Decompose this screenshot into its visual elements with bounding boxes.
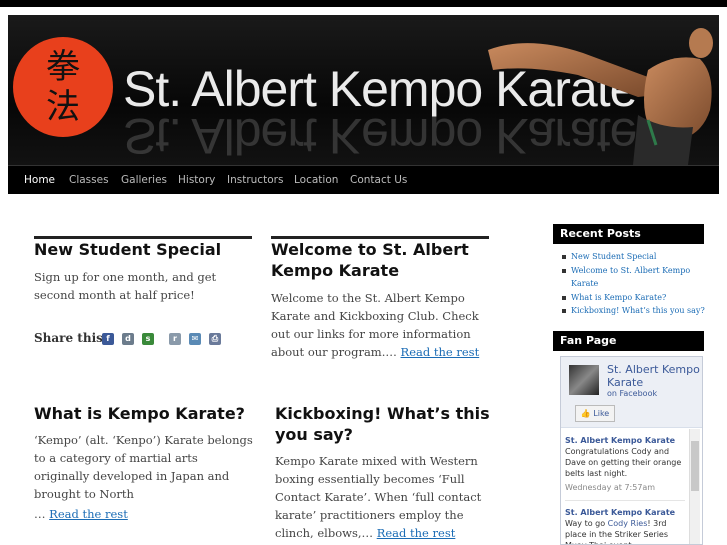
recent-post-link[interactable]: What is Kempo Karate? xyxy=(560,291,705,305)
fb-post-text: Way to go Cody Ries! 3rd place in the St… xyxy=(565,518,685,544)
logo-glyph-bottom: 法 xyxy=(46,87,80,127)
stumbleupon-icon[interactable]: s xyxy=(142,333,154,345)
read-more-link[interactable]: Read the rest xyxy=(401,345,480,359)
fb-post-text: Congratulations Cody and Dave on getting… xyxy=(565,447,682,478)
main-nav: Home Classes Galleries History Instructo… xyxy=(8,165,719,194)
post-excerpt: Kempo Karate mixed with Western boxing e… xyxy=(275,452,495,542)
fb-feed-post: St. Albert Kempo Karate Way to go Cody R… xyxy=(565,507,685,544)
recent-post-link[interactable]: New Student Special xyxy=(560,250,705,264)
email-icon[interactable]: ✉ xyxy=(189,333,201,345)
post-excerpt: Welcome to the St. Albert Kempo Karate a… xyxy=(271,289,493,361)
facebook-like-box: St. Albert Kempo Karate on Facebook 👍 Li… xyxy=(560,356,703,545)
fb-scrollbar-thumb[interactable] xyxy=(691,441,699,491)
fb-page-name[interactable]: St. Albert Kempo Karate xyxy=(607,363,702,389)
post-excerpt: ‘Kempo’ (alt. ‘Kenpo’) Karate belongs to… xyxy=(34,433,253,501)
post-title[interactable]: Kickboxing! What’s this you say? xyxy=(275,403,500,445)
post-title[interactable]: What is Kempo Karate? xyxy=(34,403,259,424)
print-icon[interactable]: ⎙ xyxy=(209,333,221,345)
fb-page-avatar[interactable] xyxy=(569,365,599,395)
fb-post-time[interactable]: Wednesday at 7:57am xyxy=(565,482,685,493)
read-more-link[interactable]: Read the rest xyxy=(377,526,456,540)
facebook-icon[interactable]: f xyxy=(102,333,114,345)
thumbs-up-icon: 👍 xyxy=(580,409,591,418)
fb-post-mention[interactable]: Cody Ries xyxy=(608,519,648,528)
fb-feed-scrollbar[interactable] xyxy=(689,429,700,544)
share-label: Share this: xyxy=(34,331,108,345)
fb-like-label: Like xyxy=(593,409,610,418)
kicking-man-image xyxy=(488,28,713,165)
read-more-link[interactable]: Read the rest xyxy=(49,507,128,521)
post-title[interactable]: New Student Special xyxy=(34,239,254,260)
nav-item-history[interactable]: History xyxy=(178,166,215,194)
nav-item-home[interactable]: Home xyxy=(24,166,55,194)
fan-page-heading: Fan Page xyxy=(553,331,704,351)
fb-post-text-before: Way to go xyxy=(565,519,608,528)
reddit-icon[interactable]: r xyxy=(169,333,181,345)
site-logo[interactable]: 拳 法 xyxy=(13,37,113,137)
recent-post-link[interactable]: Welcome to St. Albert Kempo Karate xyxy=(560,264,705,291)
fb-post-author[interactable]: St. Albert Kempo Karate xyxy=(565,507,685,518)
fb-feed-post: St. Albert Kempo Karate Congratulations … xyxy=(565,435,685,493)
site-header[interactable]: 拳 法 St. Albert Kempo Karate St. Albert K… xyxy=(8,15,719,165)
nav-item-contact-us[interactable]: Contact Us xyxy=(350,166,407,194)
ellipsis: … xyxy=(34,507,46,521)
fb-page-header: St. Albert Kempo Karate on Facebook 👍 Li… xyxy=(561,357,702,428)
recent-posts-list: New Student Special Welcome to St. Alber… xyxy=(560,250,705,318)
fb-like-button[interactable]: 👍 Like xyxy=(575,405,615,422)
fb-on-facebook[interactable]: on Facebook xyxy=(607,389,657,398)
post-read-more-line: … Read the rest xyxy=(34,505,254,523)
nav-item-classes[interactable]: Classes xyxy=(69,166,109,194)
nav-item-galleries[interactable]: Galleries xyxy=(121,166,167,194)
digg-icon[interactable]: d xyxy=(122,333,134,345)
nav-item-instructors[interactable]: Instructors xyxy=(227,166,283,194)
recent-posts-heading: Recent Posts xyxy=(553,224,704,244)
post-excerpt: Sign up for one month, and get second mo… xyxy=(34,270,217,302)
nav-item-location[interactable]: Location xyxy=(294,166,338,194)
recent-post-link[interactable]: Kickboxing! What’s this you say? xyxy=(560,304,705,318)
top-bar xyxy=(0,0,727,7)
post-title[interactable]: Welcome to St. Albert Kempo Karate xyxy=(271,239,491,281)
fb-post-divider xyxy=(565,500,685,501)
logo-glyph-top: 拳 xyxy=(46,47,80,87)
fb-post-author[interactable]: St. Albert Kempo Karate xyxy=(565,435,685,446)
